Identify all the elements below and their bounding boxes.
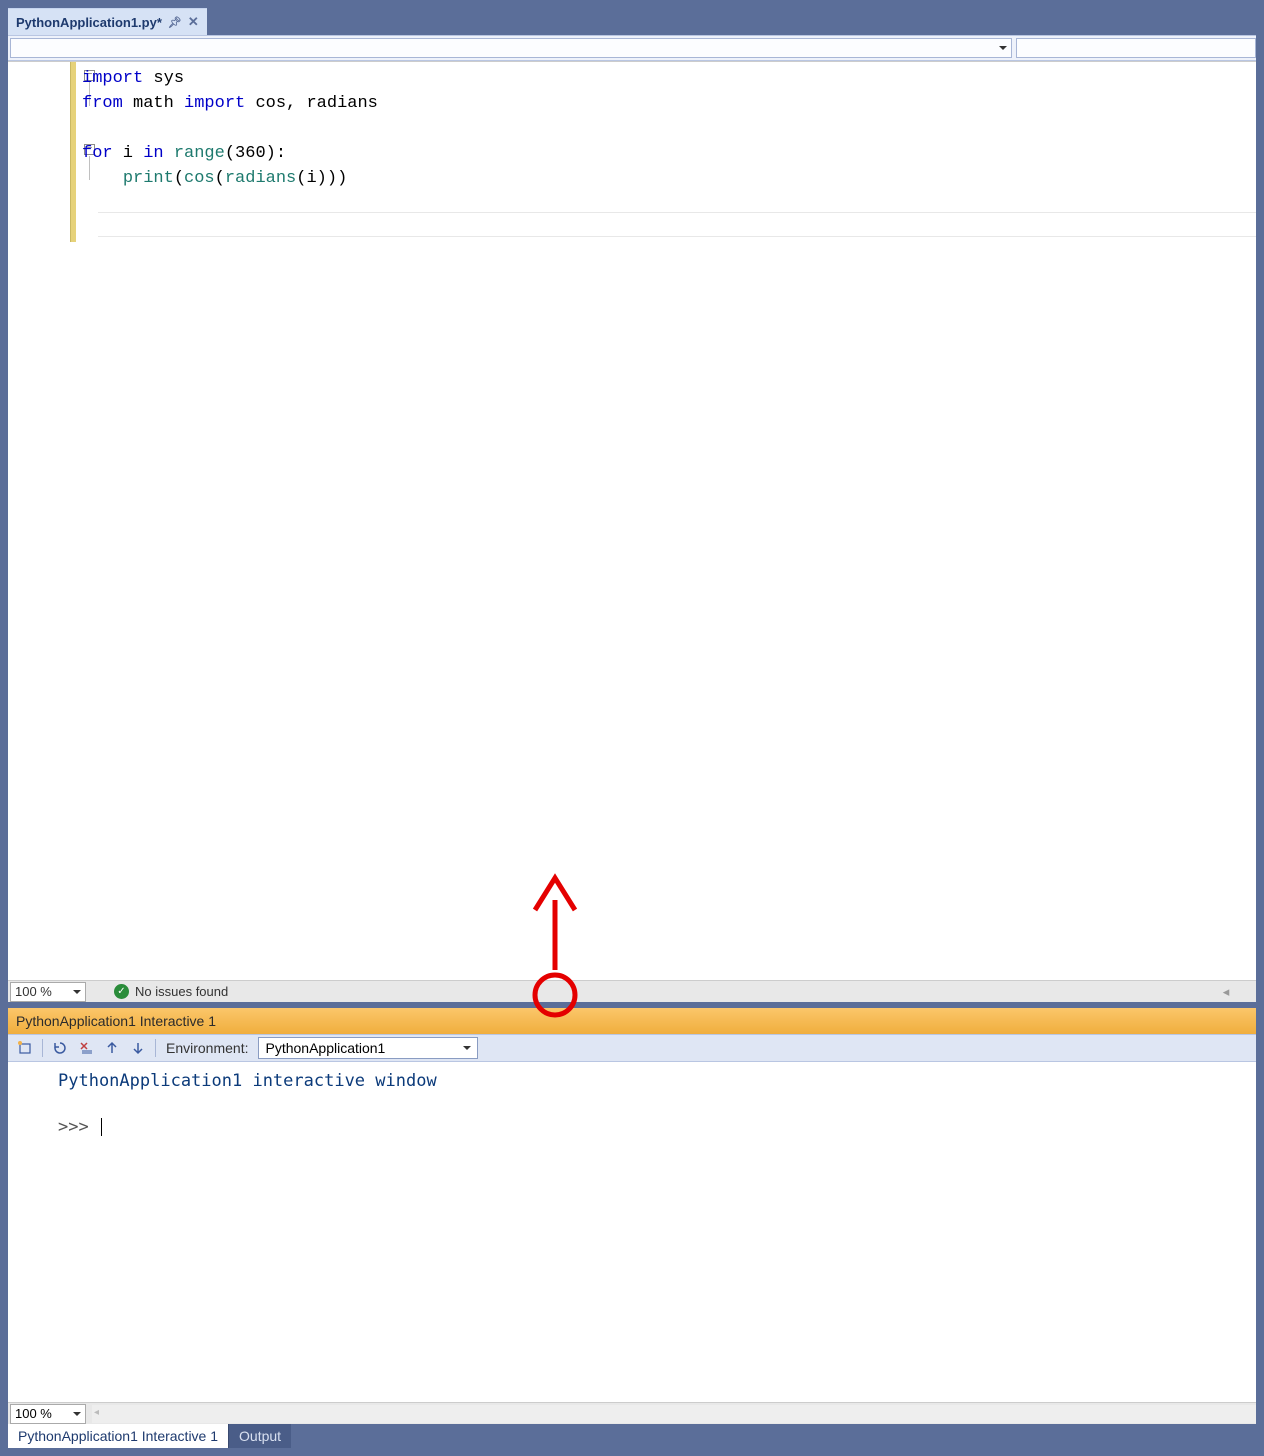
repl-header-line: PythonApplication1 interactive window (58, 1068, 1256, 1094)
scroll-left-icon[interactable]: ◂ (1196, 984, 1256, 1000)
code-editor[interactable]: − − import sys from math import cos, rad… (8, 61, 1256, 980)
member-dropdown[interactable] (1016, 38, 1256, 58)
chevron-down-icon (73, 990, 81, 994)
file-tab-label: PythonApplication1.py* (16, 15, 162, 30)
separator (155, 1039, 156, 1057)
interactive-status-bar: 100 % (8, 1402, 1256, 1424)
environment-label: Environment: (166, 1040, 248, 1056)
zoom-dropdown[interactable]: 100 % (10, 982, 86, 1002)
separator (42, 1039, 43, 1057)
scope-dropdown[interactable] (10, 38, 1012, 58)
environment-dropdown[interactable]: PythonApplication1 (258, 1037, 478, 1059)
new-window-icon[interactable] (14, 1037, 36, 1059)
tab-interactive[interactable]: PythonApplication1 Interactive 1 (8, 1424, 228, 1448)
zoom-dropdown[interactable]: 100 % (10, 1404, 86, 1424)
zoom-value: 100 % (15, 1406, 52, 1421)
change-indicator (70, 62, 76, 242)
interactive-toolbar: Environment: PythonApplication1 (8, 1034, 1256, 1062)
bottom-tab-strip: PythonApplication1 Interactive 1 Output (8, 1424, 1256, 1448)
file-tab[interactable]: PythonApplication1.py* ⁠⁠📌︎ ✕ (8, 8, 207, 35)
interactive-repl[interactable]: PythonApplication1 interactive window >>… (8, 1062, 1256, 1402)
editor-status-bar: 100 % ✓ No issues found ◂ (8, 980, 1256, 1002)
reset-icon[interactable] (49, 1037, 71, 1059)
horizontal-scrollbar[interactable] (92, 1405, 1256, 1423)
check-icon: ✓ (114, 984, 129, 999)
navigation-bar (8, 35, 1256, 61)
chevron-down-icon (73, 1412, 81, 1416)
environment-value: PythonApplication1 (265, 1040, 385, 1056)
repl-prompt: >>> (58, 1117, 99, 1137)
arrow-up-icon[interactable] (101, 1037, 123, 1059)
zoom-value: 100 % (15, 984, 52, 999)
code-content: import sys from math import cos, radians… (82, 66, 378, 191)
close-icon[interactable]: ✕ (188, 14, 199, 30)
interactive-panel-title: PythonApplication1 Interactive 1 (8, 1008, 1256, 1034)
chevron-down-icon (463, 1046, 471, 1050)
tab-output-label: Output (239, 1428, 281, 1444)
current-line-highlight (98, 212, 1256, 237)
tab-output[interactable]: Output (228, 1424, 291, 1448)
interactive-title-label: PythonApplication1 Interactive 1 (16, 1013, 216, 1029)
tab-interactive-label: PythonApplication1 Interactive 1 (18, 1428, 218, 1444)
editor-tab-strip: PythonApplication1.py* ⁠⁠📌︎ ✕ (8, 8, 1256, 35)
pin-icon[interactable]: ⁠⁠📌︎ (168, 16, 182, 29)
cursor (101, 1118, 102, 1136)
repl-prompt-line: >>> (58, 1114, 1256, 1140)
chevron-down-icon (999, 46, 1007, 50)
arrow-down-icon[interactable] (127, 1037, 149, 1059)
issues-label: No issues found (135, 984, 228, 999)
clear-icon[interactable] (75, 1037, 97, 1059)
